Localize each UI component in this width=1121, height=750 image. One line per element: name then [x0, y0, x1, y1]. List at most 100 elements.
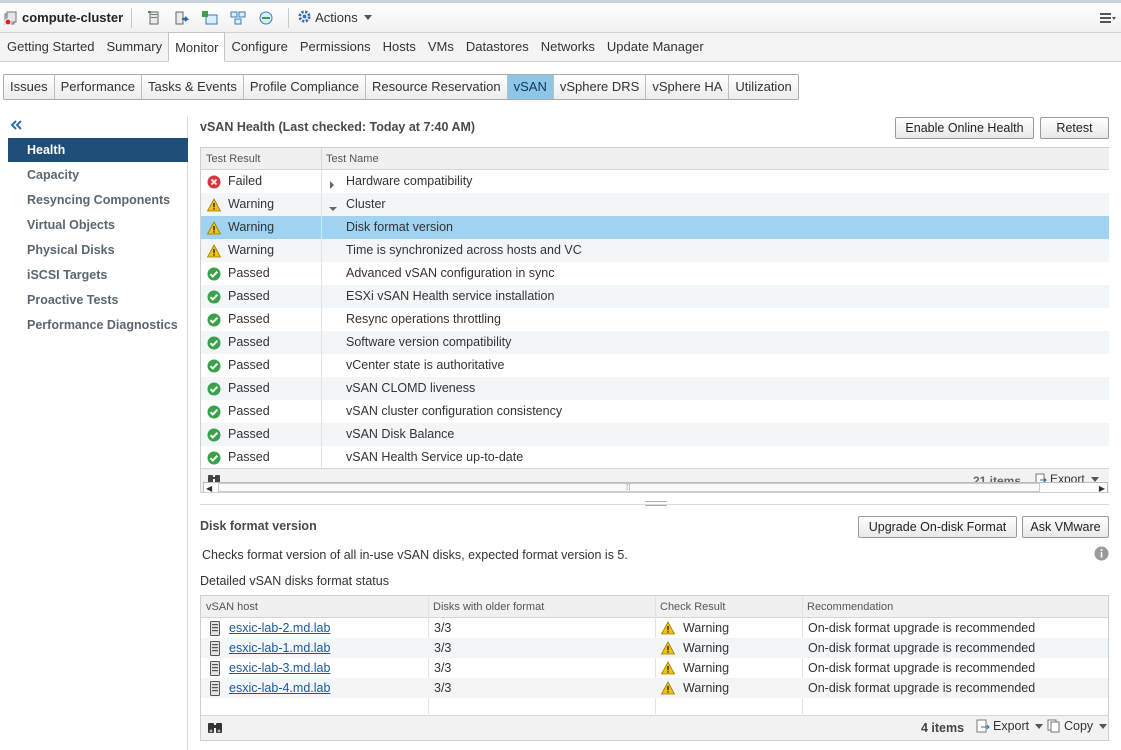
table-row[interactable]: Passed vSAN Health Service up-to-date: [201, 446, 1109, 469]
passed-status-icon: [207, 313, 221, 327]
table-row[interactable]: esxic-lab-1.md.lab 3/3 Warning On-disk form…: [201, 638, 1108, 658]
subtab-vsan[interactable]: vSAN: [507, 75, 554, 99]
table-row[interactable]: esxic-lab-4.md.lab 3/3 Warning On-disk form…: [201, 678, 1108, 698]
disk-copy-button[interactable]: Copy: [1047, 719, 1108, 733]
subtab-vsphere-ha[interactable]: vSphere HA: [646, 75, 730, 99]
pane-splitter[interactable]: [200, 500, 1109, 508]
subtab-vsphere-drs[interactable]: vSphere DRS: [553, 75, 647, 99]
grid-header: Test Result Test Name: [201, 148, 1109, 170]
table-row[interactable]: esxic-lab-3.md.lab 3/3 Warning On-disk form…: [201, 658, 1108, 678]
tab-update-manager[interactable]: Update Manager: [601, 33, 710, 61]
splitter-grip-icon[interactable]: [645, 501, 667, 506]
tab-monitor[interactable]: Monitor: [168, 32, 226, 62]
tab-summary[interactable]: Summary: [100, 33, 168, 61]
table-row[interactable]: Passed vSAN cluster configuration consist…: [201, 400, 1109, 423]
export-label: Export: [993, 719, 1030, 733]
check-result: Warning: [683, 641, 730, 655]
column-header-test-result[interactable]: Test Result: [206, 153, 260, 165]
column-divider[interactable]: [321, 148, 322, 170]
test-result: Passed: [228, 289, 270, 303]
table-row[interactable]: Passed Advanced vSAN configuration in syn…: [201, 262, 1109, 285]
column-divider: [321, 170, 322, 468]
table-row[interactable]: Passed vSAN CLOMD liveness: [201, 377, 1109, 400]
table-row[interactable]: Warning Time is synchronized across hosts…: [201, 239, 1109, 262]
enable-online-health-button[interactable]: Enable Online Health: [895, 117, 1034, 139]
tab-vms[interactable]: VMs: [422, 33, 460, 61]
subtab-performance[interactable]: Performance: [54, 75, 142, 99]
column-header-test-name[interactable]: Test Name: [326, 153, 379, 165]
sidebar-item-resyncing-components[interactable]: Resyncing Components: [8, 188, 188, 212]
column-header-vsan-host[interactable]: vSAN host: [206, 601, 258, 613]
test-result: Passed: [228, 404, 270, 418]
tab-networks[interactable]: Networks: [535, 33, 601, 61]
sidebar-item-performance-diagnostics[interactable]: Performance Diagnostics: [8, 313, 188, 337]
move-hosts-icon[interactable]: [173, 9, 191, 27]
table-row[interactable]: Passed Resync operations throttling: [201, 308, 1109, 331]
chevron-down-icon: [1090, 476, 1099, 482]
info-icon[interactable]: [1094, 546, 1109, 561]
collapse-sidebar-icon[interactable]: [10, 119, 24, 131]
table-row[interactable]: Passed vSAN Disk Balance: [201, 423, 1109, 446]
actions-menu[interactable]: Actions: [297, 9, 372, 27]
new-vapp-icon[interactable]: [229, 9, 247, 27]
table-row[interactable]: Failed Hardware compatibility: [201, 170, 1109, 193]
sidebar-item-health[interactable]: Health: [8, 138, 188, 162]
grid-footer: 4 items Export Copy: [201, 715, 1108, 740]
scroll-left-icon[interactable]: ◀: [206, 484, 212, 492]
test-result: Passed: [228, 335, 270, 349]
add-host-icon[interactable]: [145, 9, 163, 27]
passed-status-icon: [207, 336, 221, 350]
host-link[interactable]: esxic-lab-4.md.lab: [229, 681, 330, 695]
tab-getting-started[interactable]: Getting Started: [1, 33, 100, 61]
ask-vmware-button[interactable]: Ask VMware: [1022, 516, 1109, 538]
subtab-tasks-events[interactable]: Tasks & Events: [142, 75, 244, 99]
table-row[interactable]: esxic-lab-2.md.lab 3/3 Warning On-disk form…: [201, 618, 1108, 638]
new-resource-pool-icon[interactable]: [257, 9, 275, 27]
scroll-right-icon[interactable]: ▶: [1099, 484, 1105, 492]
subtab-resource-reservation[interactable]: Resource Reservation: [365, 75, 508, 99]
column-header-check-result[interactable]: Check Result: [660, 601, 725, 613]
table-row[interactable]: Passed ESXi vSAN Health service installat…: [201, 285, 1109, 308]
subtab-profile-compliance[interactable]: Profile Compliance: [243, 75, 366, 99]
test-name: vSAN CLOMD liveness: [346, 381, 476, 395]
test-result: Warning: [228, 243, 275, 257]
warning-status-icon: [206, 221, 222, 235]
copy-label: Copy: [1064, 719, 1094, 733]
host-link[interactable]: esxic-lab-3.md.lab: [229, 661, 330, 675]
horizontal-scrollbar[interactable]: ◀ ⁞⁞ ▶: [203, 482, 1108, 492]
expand-arrow-icon[interactable]: [329, 178, 335, 192]
tab-permissions[interactable]: Permissions: [294, 33, 377, 61]
upgrade-on-disk-format-button[interactable]: Upgrade On-disk Format: [858, 516, 1017, 538]
sidebar-item-capacity[interactable]: Capacity: [8, 163, 188, 187]
subtab-issues[interactable]: Issues: [4, 75, 55, 99]
host-link[interactable]: esxic-lab-2.md.lab: [229, 621, 330, 635]
tab-datastores[interactable]: Datastores: [460, 33, 535, 61]
vsan-sidebar: Health Capacity Resyncing Components Vir…: [8, 116, 188, 750]
find-binoculars-icon[interactable]: [207, 721, 223, 737]
check-result: Warning: [683, 661, 730, 675]
sidebar-item-virtual-objects[interactable]: Virtual Objects: [8, 213, 188, 237]
column-header-recommendation[interactable]: Recommendation: [807, 601, 893, 613]
table-row[interactable]: Warning Cluster: [201, 193, 1109, 216]
health-title: vSAN Health (Last checked: Today at 7:40…: [200, 120, 476, 134]
tab-configure[interactable]: Configure: [225, 33, 293, 61]
table-row[interactable]: Passed vCenter state is authoritative: [201, 354, 1109, 377]
retest-button[interactable]: Retest: [1040, 117, 1109, 139]
table-row[interactable]: Warning Disk format version: [201, 216, 1109, 239]
check-result: Warning: [683, 621, 730, 635]
toolbar-divider: [131, 7, 133, 28]
host-link[interactable]: esxic-lab-1.md.lab: [229, 641, 330, 655]
test-result: Warning: [228, 220, 275, 234]
tab-hosts[interactable]: Hosts: [377, 33, 422, 61]
disk-export-button[interactable]: Export: [976, 719, 1044, 733]
subtab-utilization[interactable]: Utilization: [729, 75, 798, 99]
hamburger-menu-icon[interactable]: [1099, 11, 1117, 25]
column-header-disks-older-format[interactable]: Disks with older format: [433, 601, 544, 613]
sidebar-item-proactive-tests[interactable]: Proactive Tests: [8, 288, 188, 312]
collapse-arrow-icon[interactable]: [329, 201, 337, 215]
warning-status-icon: [660, 681, 676, 695]
sidebar-item-iscsi-targets[interactable]: iSCSI Targets: [8, 263, 188, 287]
new-vm-icon[interactable]: [201, 9, 219, 27]
table-row[interactable]: Passed Software version compatibility: [201, 331, 1109, 354]
sidebar-item-physical-disks[interactable]: Physical Disks: [8, 238, 188, 262]
